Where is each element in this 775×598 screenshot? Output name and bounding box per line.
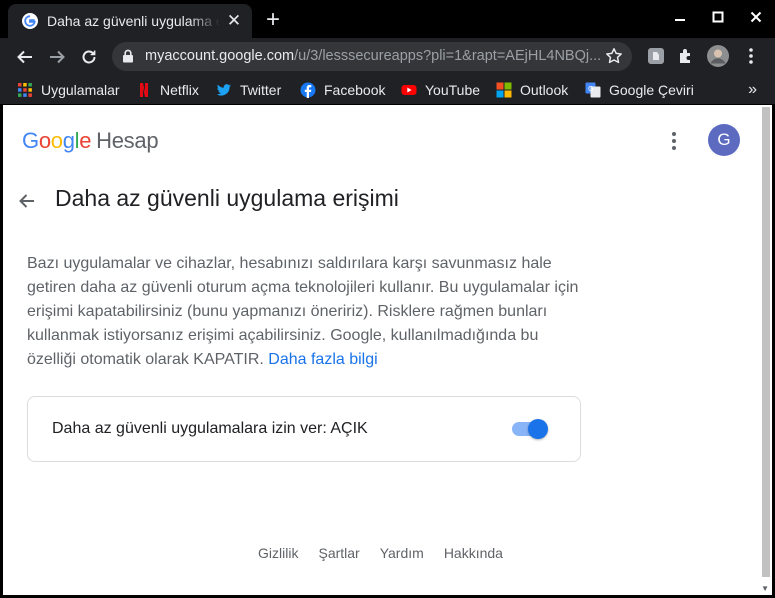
bookmark-google-ceviri[interactable]: G Google Çeviri — [585, 80, 694, 100]
bookmark-label: Twitter — [240, 82, 282, 98]
profile-avatar-icon[interactable] — [705, 43, 731, 69]
google-account-logo[interactable]: Google Hesap — [22, 128, 159, 154]
outlook-icon — [496, 82, 512, 98]
bookmark-twitter[interactable]: Twitter — [216, 80, 281, 100]
forward-arrow-icon[interactable] — [43, 43, 71, 71]
bookmark-label: Facebook — [324, 82, 386, 98]
url-text: myaccount.google.com/u/3/lesssecureapps?… — [145, 48, 600, 64]
setting-label: Daha az güvenli uygulamalara izin ver: A… — [52, 420, 368, 437]
logo-letter: e — [79, 128, 92, 153]
url-host: myaccount.google.com — [145, 48, 295, 64]
less-secure-apps-setting-card[interactable]: Daha az güvenli uygulamalara izin ver: A… — [27, 396, 581, 462]
bookmark-label: Uygulamalar — [41, 82, 120, 98]
logo-letter: G — [22, 128, 39, 153]
extension-icon[interactable] — [643, 43, 669, 69]
maximize-icon[interactable] — [699, 0, 737, 34]
bookmark-facebook[interactable]: Facebook — [300, 80, 385, 100]
bookmark-star-icon[interactable] — [605, 47, 623, 65]
less-secure-apps-toggle[interactable] — [512, 416, 550, 442]
page-content: Google Hesap G Daha az güvenli uygulama e… — [3, 105, 772, 595]
toggle-knob — [528, 419, 548, 439]
logo-letter: g — [62, 128, 75, 153]
address-bar[interactable]: myaccount.google.com/u/3/lesssecureapps?… — [112, 42, 632, 71]
google-g-icon — [22, 13, 38, 29]
tab-close-icon[interactable]: ✕ — [226, 12, 242, 29]
facebook-icon — [300, 82, 316, 98]
bookmark-label: YouTube — [425, 82, 481, 98]
footer-link-privacy[interactable]: Gizlilik — [258, 545, 298, 561]
google-translate-icon: G — [585, 82, 601, 98]
bookmark-label: Google Çeviri — [609, 82, 694, 98]
new-tab-button[interactable]: + — [262, 8, 284, 32]
bookmark-uygulamalar[interactable]: Uygulamalar — [17, 80, 120, 100]
apps-grid-icon — [18, 83, 32, 97]
tab-strip: Daha az güvenli uygulama erişimi ✕ + — [0, 0, 775, 38]
logo-letter: o — [50, 128, 63, 153]
scroll-down-arrow-icon[interactable]: ▼ — [761, 584, 769, 593]
window-controls — [661, 0, 775, 34]
svg-text:G: G — [588, 85, 593, 93]
bookmark-outlook[interactable]: Outlook — [496, 80, 568, 100]
puzzle-extensions-icon[interactable] — [673, 43, 699, 69]
tab-title: Daha az güvenli uygulama erişimi — [47, 13, 220, 29]
bookmark-label: Outlook — [520, 82, 569, 98]
reload-icon[interactable] — [75, 43, 103, 71]
browser-tab[interactable]: Daha az güvenli uygulama erişimi ✕ — [8, 4, 252, 38]
bookmarks-bar: Uygulamalar Netflix Twitter Facebook You… — [0, 75, 775, 104]
logo-letter: o — [38, 128, 51, 153]
footer-links: Gizlilik Şartlar Yardım Hakkında — [3, 545, 758, 561]
scrollbar-thumb[interactable] — [762, 107, 770, 577]
chrome-menu-icon[interactable] — [738, 43, 764, 69]
bookmark-netflix[interactable]: Netflix — [136, 80, 199, 100]
footer-link-help[interactable]: Yardım — [380, 545, 424, 561]
twitter-icon — [216, 84, 231, 96]
minimize-icon[interactable] — [661, 0, 699, 34]
page-scrollbar[interactable]: ▼ — [758, 105, 772, 595]
page-title: Daha az güvenli uygulama erişimi — [55, 185, 399, 211]
bookmark-label: Netflix — [160, 82, 199, 98]
back-arrow-icon[interactable] — [11, 43, 39, 71]
product-name: Hesap — [96, 128, 159, 153]
back-arrow-icon[interactable] — [15, 189, 39, 213]
bookmarks-overflow-icon[interactable]: » — [748, 81, 757, 99]
bookmark-youtube[interactable]: YouTube — [401, 80, 480, 100]
description-text: Bazı uygulamalar ve cihazlar, hesabınızı… — [27, 252, 587, 372]
url-path: /u/3/lesssecureapps?pli=1&rapt=AEjHL4NBQ… — [294, 48, 600, 64]
account-avatar[interactable]: G — [708, 124, 740, 156]
lock-icon — [123, 49, 133, 63]
more-options-icon[interactable] — [664, 129, 684, 153]
close-icon[interactable] — [737, 0, 775, 34]
youtube-icon — [401, 85, 417, 95]
netflix-icon — [140, 83, 148, 97]
footer-link-about[interactable]: Hakkında — [444, 545, 503, 561]
learn-more-link[interactable]: Daha fazla bilgi — [268, 351, 377, 368]
footer-link-terms[interactable]: Şartlar — [318, 545, 359, 561]
